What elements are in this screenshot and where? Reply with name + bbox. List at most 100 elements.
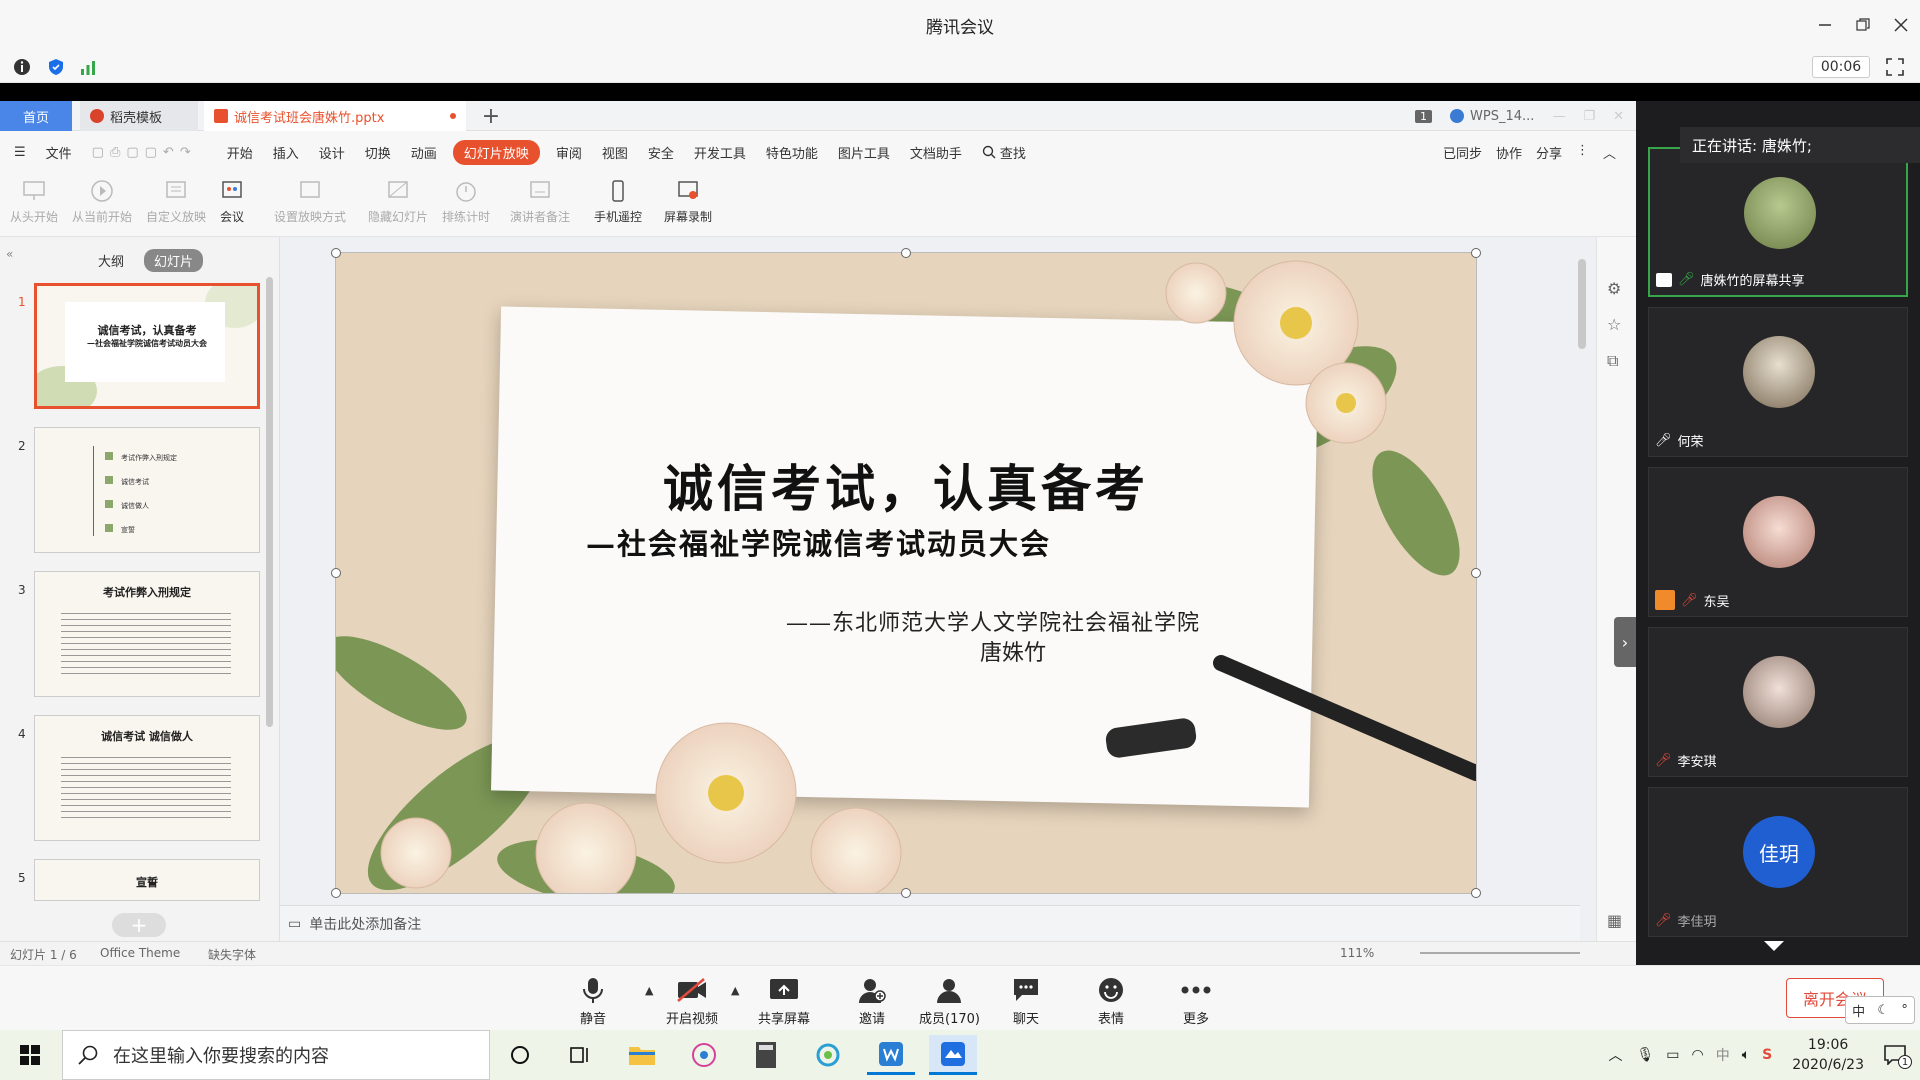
animation-icon[interactable]: ☆ bbox=[1607, 315, 1621, 334]
menu-review[interactable]: 审阅 bbox=[546, 143, 592, 162]
resize-handle[interactable] bbox=[901, 248, 911, 258]
invite-button[interactable]: 邀请 bbox=[856, 974, 888, 1027]
transition-icon[interactable]: ⧉ bbox=[1607, 351, 1618, 371]
slides-tab[interactable]: 幻灯片 bbox=[144, 249, 204, 272]
expand-pane-arrow[interactable]: › bbox=[1614, 617, 1636, 667]
system-clock[interactable]: 19:06 2020/6/23 bbox=[1792, 1035, 1864, 1075]
menu-home[interactable]: 开始 bbox=[217, 143, 263, 162]
slide-subtitle[interactable]: —社会福祉学院诚信考试动员大会 bbox=[586, 521, 1051, 563]
ribbon-rehearse[interactable]: 排练计时 bbox=[442, 177, 490, 225]
battery-icon[interactable]: ▭ bbox=[1666, 1047, 1679, 1063]
thumbnail-slide-2[interactable]: 考试作弊入刑规定 诚信考试 诚信做人 宣誓 bbox=[34, 427, 260, 553]
wps-tray-icon[interactable]: S bbox=[1762, 1047, 1772, 1063]
panel-scrollbar[interactable] bbox=[266, 277, 273, 727]
chat-button[interactable]: 聊天 bbox=[1010, 974, 1042, 1027]
file-explorer-icon[interactable] bbox=[618, 1035, 666, 1075]
thumbnail-slide-5[interactable]: 宣誓 bbox=[34, 859, 260, 901]
resize-handle[interactable] bbox=[1471, 888, 1481, 898]
outline-tab[interactable]: 大纲 bbox=[88, 249, 134, 272]
ime-toolbar[interactable]: 中 ☾ ° bbox=[1845, 996, 1915, 1024]
resize-handle[interactable] bbox=[331, 568, 341, 578]
close-button[interactable] bbox=[1882, 0, 1920, 50]
tab-file[interactable]: 诚信考试班会唐姝竹.pptx bbox=[204, 101, 466, 131]
participant-tile[interactable]: 🎤︎ 李安琪 bbox=[1648, 627, 1908, 777]
menu-picture-tools[interactable]: 图片工具 bbox=[828, 143, 900, 162]
thumbnail-slide-1[interactable]: 诚信考试，认真备考 —社会福祉学院诚信考试动员大会 bbox=[34, 283, 260, 409]
scroll-thumb[interactable] bbox=[1578, 259, 1586, 349]
sync-status[interactable]: 已同步 bbox=[1443, 143, 1482, 162]
tab-home[interactable]: 首页 bbox=[0, 101, 72, 131]
quick-access-icons[interactable]: ▢⎙▢▢↶↷ bbox=[82, 145, 207, 160]
wps-restore-icon[interactable]: ❐ bbox=[1583, 109, 1595, 124]
menu-security[interactable]: 安全 bbox=[638, 143, 684, 162]
shield-icon[interactable] bbox=[46, 57, 66, 77]
add-slide-button[interactable]: + bbox=[112, 913, 166, 937]
menu-view[interactable]: 视图 bbox=[592, 143, 638, 162]
calculator-icon[interactable] bbox=[742, 1035, 790, 1075]
menu-search[interactable]: 查找 bbox=[972, 143, 1036, 162]
menu-transition[interactable]: 切换 bbox=[355, 143, 401, 162]
participant-tile[interactable]: 🎤︎ 何荣 bbox=[1648, 307, 1908, 457]
cortana-icon[interactable] bbox=[496, 1035, 544, 1075]
slide-title[interactable]: 诚信考试，认真备考 bbox=[336, 449, 1476, 521]
app-swirl-icon[interactable] bbox=[804, 1035, 852, 1075]
tray-mic-icon[interactable]: 🎙︎ bbox=[1636, 1047, 1654, 1063]
tab-template[interactable]: 稻壳模板 bbox=[80, 101, 198, 131]
wifi-icon[interactable]: ◠ bbox=[1691, 1047, 1703, 1063]
minimize-button[interactable] bbox=[1806, 0, 1844, 50]
collapse-ribbon-icon[interactable]: ︿ bbox=[1603, 143, 1616, 162]
windows-start-icon[interactable] bbox=[6, 1035, 54, 1075]
participant-tile[interactable]: 佳玥 🎤︎ 李佳玥 bbox=[1648, 787, 1908, 937]
volume-icon[interactable]: 🔈︎ bbox=[1742, 1047, 1750, 1063]
menu-developer[interactable]: 开发工具 bbox=[684, 143, 756, 162]
notification-center-icon[interactable]: 1 bbox=[1884, 1045, 1912, 1069]
participant-tile[interactable]: 🎤︎ 东吴 bbox=[1648, 467, 1908, 617]
members-button[interactable]: 成员(170) bbox=[919, 974, 980, 1027]
ribbon-phone-remote[interactable]: 手机遥控 bbox=[594, 177, 642, 225]
resize-handle[interactable] bbox=[1471, 568, 1481, 578]
thumbnail-slide-3[interactable]: 考试作弊入刑规定 bbox=[34, 571, 260, 697]
tencent-meeting-icon[interactable] bbox=[929, 1035, 977, 1075]
wps-window-tab[interactable]: WPS_14... bbox=[1450, 109, 1534, 124]
vertical-scrollbar[interactable] bbox=[1576, 247, 1588, 897]
task-view-icon[interactable] bbox=[556, 1035, 604, 1075]
ribbon-meeting[interactable]: 会议 bbox=[218, 177, 246, 225]
slide-organization[interactable]: ——东北师范大学人文学院社会福祉学院 bbox=[786, 605, 1200, 637]
more-button[interactable]: 更多 bbox=[1180, 974, 1212, 1027]
scroll-down-icon[interactable] bbox=[1762, 939, 1786, 953]
wps-close-icon[interactable]: ✕ bbox=[1613, 109, 1624, 124]
menu-animation[interactable]: 动画 bbox=[401, 143, 447, 162]
menu-doc-assistant[interactable]: 文档助手 bbox=[900, 143, 972, 162]
emoji-button[interactable]: 表情 bbox=[1095, 974, 1127, 1027]
video-options-caret[interactable]: ▲ bbox=[731, 984, 739, 997]
fullscreen-icon[interactable] bbox=[1886, 58, 1904, 76]
panel-collapse-icon[interactable]: « bbox=[6, 247, 13, 261]
zoom-slider[interactable] bbox=[1420, 952, 1580, 954]
audio-options-caret[interactable]: ▲ bbox=[645, 984, 653, 997]
restore-button[interactable] bbox=[1844, 0, 1882, 50]
menu-features[interactable]: 特色功能 bbox=[756, 143, 828, 162]
notes-area[interactable]: ▭ 单击此处添加备注 bbox=[280, 905, 1580, 941]
ribbon-from-current[interactable]: 从当前开始 bbox=[72, 177, 132, 225]
ribbon-screen-record[interactable]: 屏幕录制 bbox=[664, 177, 712, 225]
participant-tile[interactable]: 🎤︎ 唐姝竹的屏幕共享 bbox=[1648, 147, 1908, 297]
share-button[interactable]: 分享 bbox=[1536, 143, 1562, 162]
tray-ime[interactable]: 中 bbox=[1716, 1045, 1730, 1065]
resize-handle[interactable] bbox=[331, 888, 341, 898]
resize-handle[interactable] bbox=[1471, 248, 1481, 258]
menu-insert[interactable]: 插入 bbox=[263, 143, 309, 162]
mute-button[interactable]: 静音 bbox=[577, 974, 609, 1027]
thumbnail-slide-4[interactable]: 诚信考试 诚信做人 bbox=[34, 715, 260, 841]
more-options-icon[interactable]: ⋮ bbox=[1576, 143, 1589, 162]
share-screen-button[interactable]: 共享屏幕 bbox=[758, 974, 810, 1027]
menu-slideshow[interactable]: 幻灯片放映 bbox=[452, 139, 540, 165]
menu-file[interactable]: 文件 bbox=[36, 143, 82, 162]
slide-canvas[interactable]: 诚信考试，认真备考 —社会福祉学院诚信考试动员大会 ——东北师范大学人文学院社会… bbox=[335, 252, 1477, 894]
ribbon-hide-slide[interactable]: 隐藏幻灯片 bbox=[368, 177, 428, 225]
wps-writer-icon[interactable] bbox=[867, 1035, 915, 1075]
collaborate-button[interactable]: 协作 bbox=[1496, 143, 1522, 162]
taskbar-search[interactable]: 在这里输入你要搜索的内容 bbox=[62, 1030, 490, 1080]
tray-expand-icon[interactable]: ︿ bbox=[1608, 1045, 1622, 1065]
menu-design[interactable]: 设计 bbox=[309, 143, 355, 162]
signal-icon[interactable] bbox=[78, 57, 98, 77]
